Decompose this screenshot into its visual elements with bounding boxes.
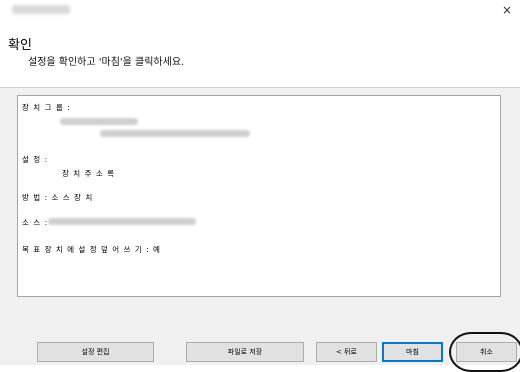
dialog-header: 확인 설정을 확인하고 '마침'을 클릭하세요.: [0, 21, 520, 88]
device-group-value-redacted: [60, 118, 138, 125]
window-title-redacted: [12, 5, 70, 14]
close-icon[interactable]: ×: [500, 3, 514, 17]
finish-button[interactable]: 마침: [382, 342, 443, 362]
overwrite-label: 목 표 장 치 에 설 정 덮 어 쓰 기 : 예: [22, 245, 161, 254]
summary-textbox[interactable]: 장 치 그 룹 : 설 정 : 장 치 주 소 록 방 법 : 소 스 장 치 …: [17, 95, 501, 297]
device-group-label: 장 치 그 룹 :: [22, 103, 71, 112]
save-to-file-button[interactable]: 파일로 저장: [186, 342, 304, 362]
page-subtitle: 설정을 확인하고 '마침'을 클릭하세요.: [28, 57, 185, 68]
settings-value: 장 치 주 소 록: [62, 169, 116, 178]
title-bar: ×: [0, 0, 520, 21]
page-title: 확인: [8, 38, 32, 53]
cancel-highlight-ring: [449, 332, 520, 372]
source-label: 소 스 :: [22, 218, 49, 227]
device-group-detail-redacted: [100, 130, 250, 137]
edit-settings-button[interactable]: 설정 편집: [37, 342, 154, 362]
method-label: 방 법 : 소 스 장 치: [22, 193, 94, 202]
source-value-redacted: [48, 218, 196, 225]
dialog-body: 장 치 그 룹 : 설 정 : 장 치 주 소 록 방 법 : 소 스 장 치 …: [0, 88, 520, 372]
back-button[interactable]: < 뒤로: [316, 342, 377, 362]
settings-label: 설 정 :: [22, 155, 49, 164]
